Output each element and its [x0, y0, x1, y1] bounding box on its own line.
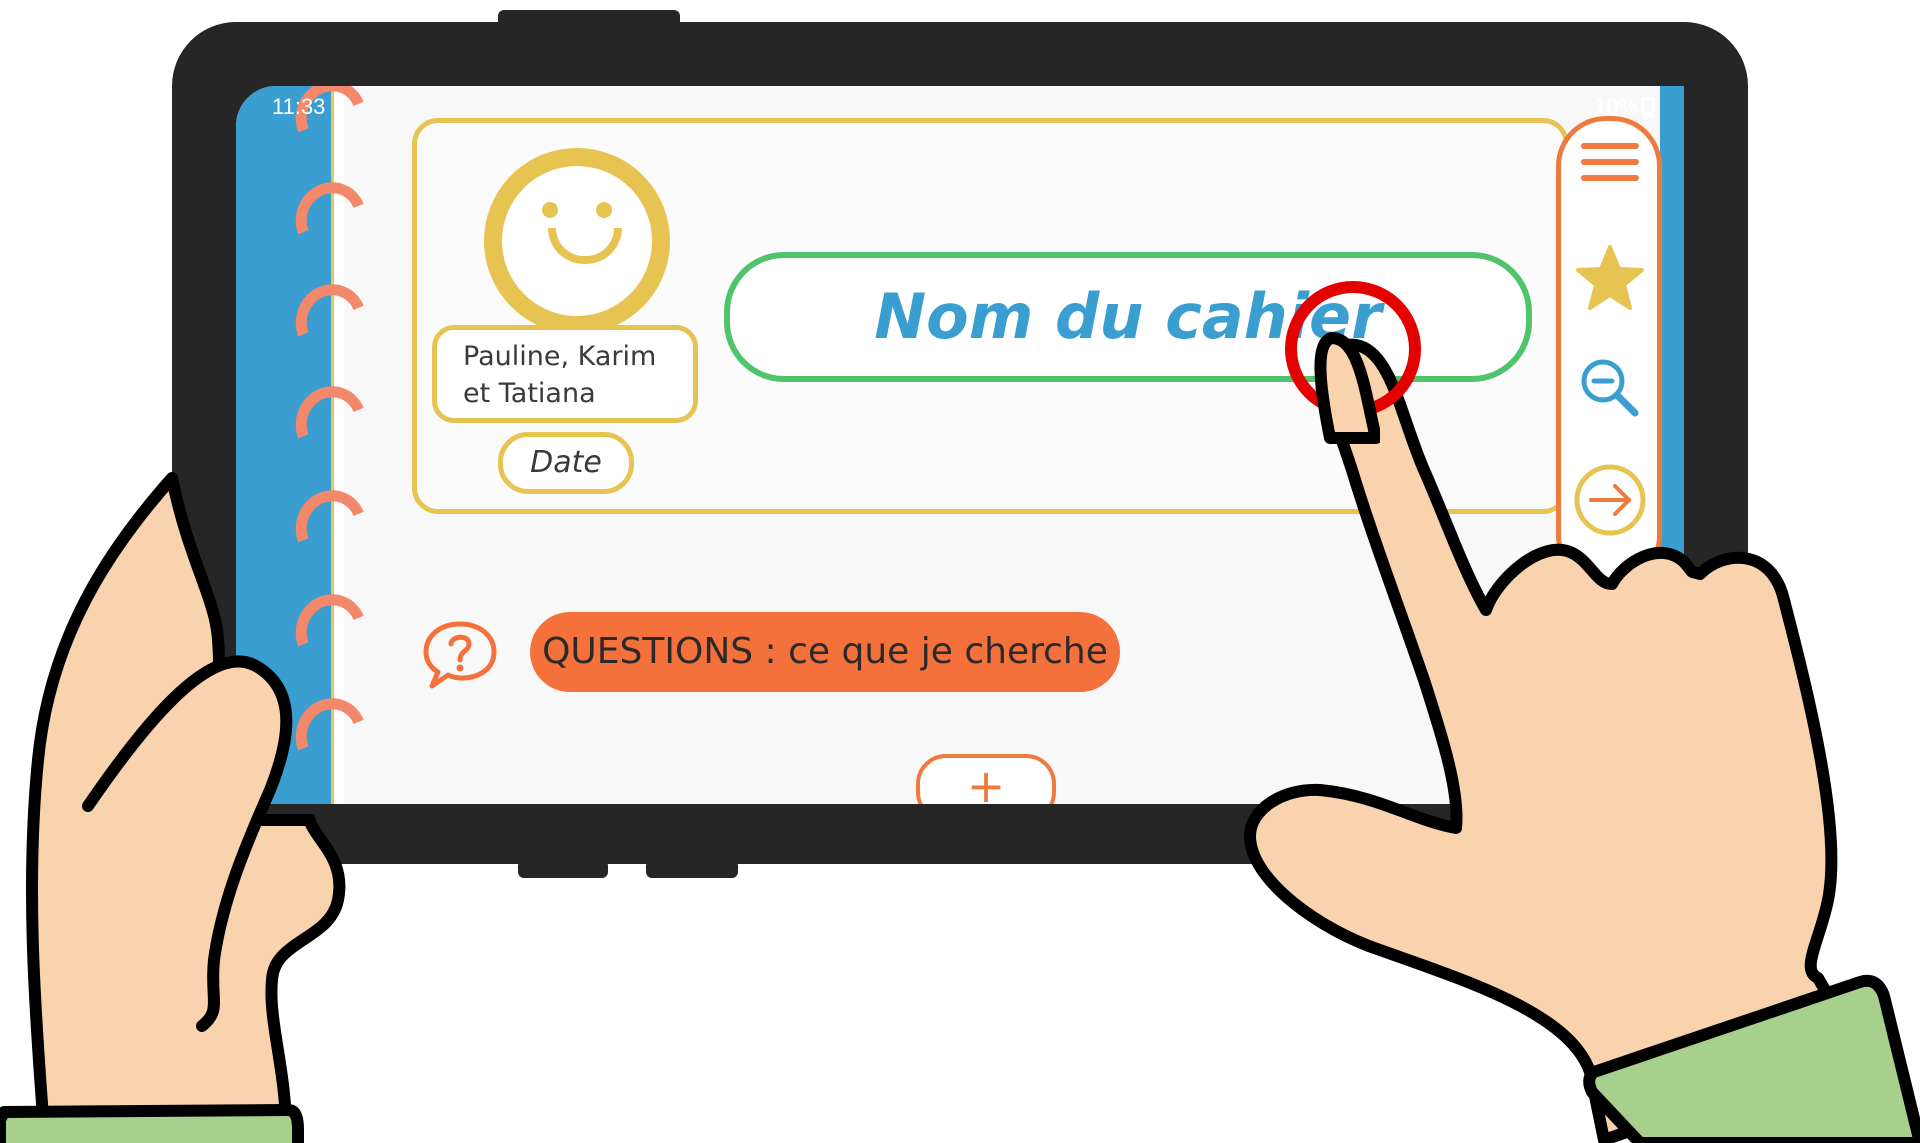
- left-sleeve-icon: [0, 1104, 304, 1143]
- right-fingertip-icon: [1314, 332, 1380, 444]
- hands-illustration: [0, 338, 1920, 1143]
- illustration-scene: 11:33 10% Pauline, Karim et Tatiana Date…: [0, 0, 1920, 1143]
